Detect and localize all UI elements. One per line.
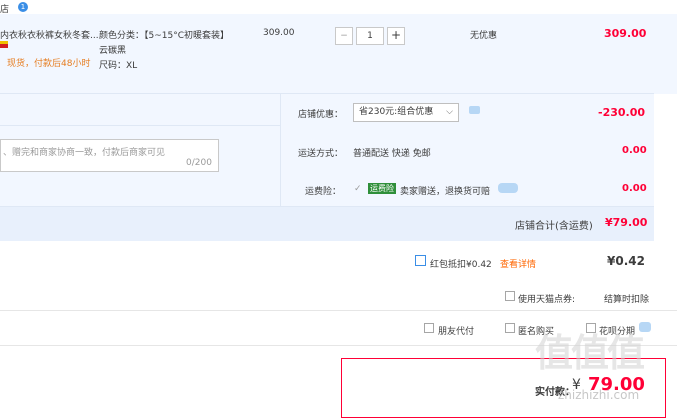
promo-icon xyxy=(0,41,8,48)
panel-divider xyxy=(280,94,281,206)
store-row: 店 1 xyxy=(0,0,677,15)
stock-note: 现货，付款后48小时 xyxy=(7,59,91,69)
watermark-url: zhizhizhi.com xyxy=(558,388,640,402)
qty-plus-button[interactable]: + xyxy=(387,27,405,45)
qty-minus-button[interactable]: − xyxy=(335,27,353,45)
item-discount: 无优惠 xyxy=(470,31,498,41)
size-label: 尺码：XL xyxy=(99,61,138,71)
store-discount-label: 店铺优惠： xyxy=(298,110,344,120)
unit-price: 309.00 xyxy=(263,28,295,38)
freight-insurance-tag: 运费险 xyxy=(368,183,396,194)
store-total-amount: ¥79.00 xyxy=(605,216,648,229)
color-label: 颜色分类：【5~15°C初暖套装】 xyxy=(99,31,230,41)
chat-bubble-icon[interactable] xyxy=(469,106,480,114)
item-title[interactable]: 内衣秋衣秋裤女秋冬套... xyxy=(0,28,99,41)
freight-insurance-label: 运费险： xyxy=(305,187,342,197)
check-icon: ✓ xyxy=(354,184,362,194)
section-divider xyxy=(0,310,677,311)
store-badge: 1 xyxy=(18,2,28,12)
item-row-edge xyxy=(654,14,677,94)
info-chat-icon[interactable] xyxy=(498,183,518,193)
red-packet-details-link[interactable]: 查看详情 xyxy=(500,257,536,270)
shipping-amount: 0.00 xyxy=(622,145,647,156)
color-value: 云碳黑 xyxy=(99,46,127,56)
buyer-message-field[interactable]: 、赠完和商家协商一致，付款后商家可见 0/200 xyxy=(0,139,219,172)
watermark-logo: 值值值 xyxy=(535,331,645,375)
tmall-points-checkbox[interactable] xyxy=(505,291,515,301)
qty-input[interactable]: 1 xyxy=(356,27,384,45)
message-divider xyxy=(0,125,280,126)
anonymous-checkbox[interactable] xyxy=(505,323,515,333)
red-packet-checkbox[interactable] xyxy=(415,255,426,266)
message-placeholder: 、赠完和商家协商一致，付款后商家可见 xyxy=(3,148,166,158)
freight-insurance-value: 卖家赠送，退换货可赔 xyxy=(400,187,491,197)
store-total-label: 店铺合计(含运费) xyxy=(515,221,593,232)
store-discount-select[interactable]: 省230元:组合优惠 ⌵ xyxy=(353,103,459,122)
red-packet-label: 红包抵扣¥0.42 xyxy=(430,260,492,270)
message-counter: 0/200 xyxy=(186,158,212,168)
tmall-points-label: 使用天猫点券: xyxy=(518,295,576,305)
freight-insurance-amount: 0.00 xyxy=(622,183,647,194)
store-discount-selected: 省230元:组合优惠 xyxy=(359,107,434,117)
shipping-value[interactable]: 普通配送 快递 免邮 xyxy=(353,146,431,159)
chevron-down-icon: ⌵ xyxy=(446,107,453,117)
friend-pay-label: 朋友代付 xyxy=(438,327,475,337)
store-discount-amount: -230.00 xyxy=(598,106,646,119)
friend-pay-checkbox[interactable] xyxy=(424,323,434,333)
red-packet-amount: ¥0.42 xyxy=(607,254,645,268)
tmall-points-note: 结算时扣除 xyxy=(604,295,650,305)
shipping-label: 运送方式： xyxy=(298,149,344,159)
item-subtotal: 309.00 xyxy=(604,27,647,40)
